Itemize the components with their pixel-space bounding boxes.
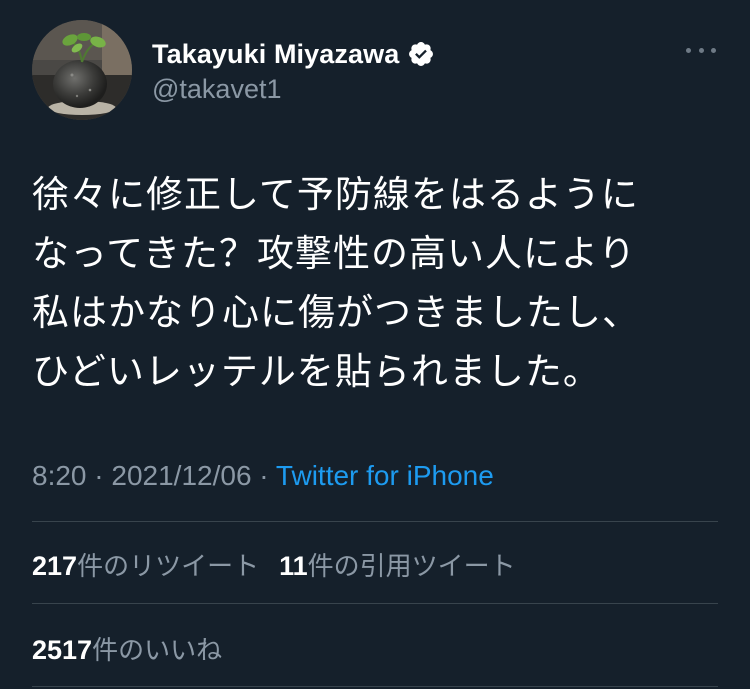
quote-label: 件の引用ツイート — [307, 551, 516, 581]
tweet-text-line: 徐々に修正して予防線をはるように — [32, 173, 639, 216]
retweet-label: 件のリツイート — [77, 551, 260, 581]
more-dot — [686, 47, 691, 53]
tweet-time[interactable]: 8:20 — [32, 460, 87, 491]
verified-badge-icon — [407, 40, 435, 68]
retweets-stat[interactable]: 217 件のリツイート — [32, 546, 259, 583]
like-label: 件のいいね — [92, 635, 223, 665]
more-dot — [698, 47, 704, 53]
tweet-date[interactable]: 2021/12/06 — [111, 460, 251, 491]
avatar-photo — [32, 20, 132, 120]
tweet-text: 徐々に修正して予防線をはるように なってきた？攻撃性の高い人により 私はかなり心に傷… — [32, 165, 722, 401]
likes-stat[interactable]: 2517 件のいいね — [32, 630, 222, 667]
divider — [32, 686, 718, 687]
likes-row: 2517 件のいいね — [32, 630, 222, 667]
engagement-row: 217 件のリツイート 11 件の引用ツイート — [32, 546, 516, 583]
author-block[interactable]: Takayuki Miyazawa @takavet1 — [152, 36, 435, 105]
quotes-stat[interactable]: 11 件の引用ツイート — [279, 546, 516, 583]
meta-separator: · — [251, 460, 276, 491]
like-count: 2517 — [32, 635, 93, 665]
tweet-text-line: なってきた？攻撃性の高い人により — [32, 232, 637, 275]
tweet-text-line: ひどいレッテルを貼られました。 — [32, 350, 601, 393]
divider — [32, 521, 718, 522]
tweet-meta: 8:20 · 2021/12/06 · Twitter for iPhone — [32, 460, 494, 492]
retweet-count: 217 — [32, 551, 78, 581]
divider — [32, 603, 718, 604]
more-dot — [711, 47, 716, 53]
tweet-source-link[interactable]: Twitter for iPhone — [276, 460, 494, 491]
handle[interactable]: @takavet1 — [152, 74, 435, 105]
avatar[interactable] — [32, 20, 132, 120]
tweet-detail: Takayuki Miyazawa @takavet1 徐々に修正して予防線をは… — [0, 0, 750, 689]
display-name[interactable]: Takayuki Miyazawa — [152, 39, 399, 70]
name-row: Takayuki Miyazawa — [152, 36, 435, 72]
quote-count: 11 — [279, 551, 308, 581]
more-options-icon[interactable] — [686, 40, 716, 60]
meta-separator: · — [86, 460, 112, 491]
tweet-text-line: 私はかなり心に傷がつきましたし、 — [32, 291, 640, 334]
